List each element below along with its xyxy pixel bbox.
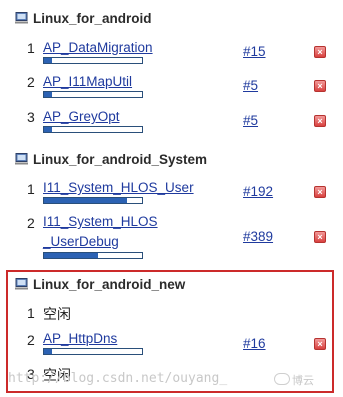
job-link[interactable]: AP_DataMigration — [43, 39, 153, 56]
stop-icon[interactable]: × — [314, 186, 326, 198]
build-link[interactable]: #192 — [243, 184, 273, 199]
build-link[interactable]: #389 — [243, 229, 273, 244]
progress-bar — [43, 197, 143, 204]
job-link[interactable]: I11_System_HLOS_User — [43, 179, 194, 196]
executor-number: 1 — [27, 40, 35, 56]
progress-bar — [43, 252, 143, 259]
node-name[interactable]: Linux_for_android_System — [33, 152, 207, 167]
build-link[interactable]: #5 — [243, 113, 258, 128]
progress-fill — [44, 349, 52, 354]
executor-number: 2 — [27, 74, 35, 90]
progress-bar — [43, 91, 143, 98]
node-name[interactable]: Linux_for_android — [33, 11, 152, 26]
progress-fill — [44, 58, 52, 63]
progress-bar — [43, 57, 143, 64]
stop-icon[interactable]: × — [314, 231, 326, 243]
progress-bar — [43, 126, 143, 133]
executor-number: 2 — [27, 332, 35, 348]
job-link[interactable]: AP_HttpDns — [43, 330, 117, 347]
progress-fill — [44, 253, 98, 258]
watermark-text: http://blog.csdn.net/ouyang_ — [8, 371, 228, 386]
progress-fill — [44, 92, 52, 97]
executor-number: 1 — [27, 305, 35, 321]
stop-icon[interactable]: × — [314, 338, 326, 350]
executor-number: 3 — [27, 109, 35, 125]
progress-fill — [44, 127, 52, 132]
computer-icon — [15, 278, 28, 290]
stop-icon[interactable]: × — [314, 115, 326, 127]
progress-fill — [44, 198, 128, 203]
build-link[interactable]: #5 — [243, 78, 258, 93]
brand-text: 博云 — [292, 374, 314, 387]
progress-bar — [43, 348, 143, 355]
job-link[interactable]: AP_I11MapUtil — [43, 73, 132, 90]
stop-icon[interactable]: × — [314, 46, 326, 58]
brand-logo-icon — [274, 373, 290, 385]
computer-icon — [15, 153, 28, 165]
executor-number: 1 — [27, 181, 35, 197]
node-name[interactable]: Linux_for_android_new — [33, 277, 185, 292]
stop-icon[interactable]: × — [314, 80, 326, 92]
build-link[interactable]: #16 — [243, 336, 266, 351]
job-link-line2[interactable]: _UserDebug — [43, 233, 119, 250]
build-link[interactable]: #15 — [243, 44, 266, 59]
idle-label: 空闲 — [43, 307, 71, 323]
job-link[interactable]: AP_GreyOpt — [43, 108, 120, 125]
job-link-line1[interactable]: I11_System_HLOS — [43, 213, 158, 230]
computer-icon — [15, 12, 28, 24]
executor-number: 2 — [27, 215, 35, 231]
